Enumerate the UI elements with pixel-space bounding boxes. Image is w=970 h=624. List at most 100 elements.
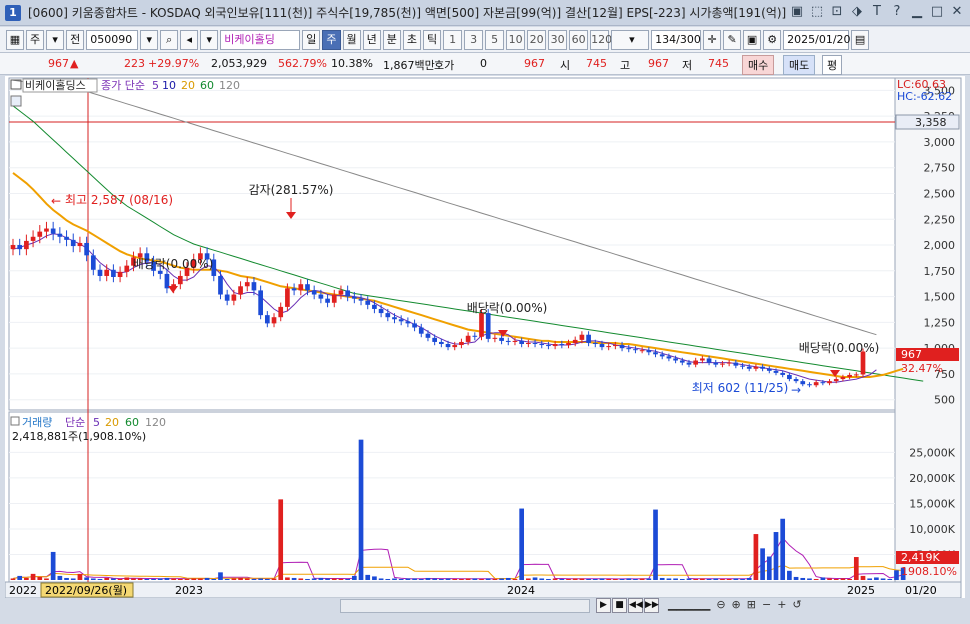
volume-bar (539, 578, 545, 580)
interval-3-button[interactable]: 3 (464, 29, 484, 50)
stock-code-input[interactable]: 050090 (86, 29, 139, 50)
period-type-select[interactable]: 주 (26, 29, 45, 50)
volume-bar (485, 578, 491, 580)
low-label: 저 (682, 59, 693, 72)
calendar-icon[interactable]: ▤ (851, 29, 870, 50)
candle-body (646, 350, 652, 353)
zoom-slider[interactable]: ▁▁▁▁▁ (668, 598, 710, 611)
candle-body (559, 344, 565, 346)
chart-scrollbar[interactable] (340, 599, 590, 613)
evaluate-button[interactable]: 평 (822, 55, 843, 75)
interval-1-button[interactable]: 1 (443, 29, 463, 50)
volume-bar (77, 573, 83, 580)
candle-body (479, 313, 484, 337)
x-label-2023: 2023 (175, 584, 203, 597)
volume-bar (720, 578, 725, 580)
play-icon[interactable]: ▶ (596, 598, 611, 613)
code-dropdown-icon[interactable]: ▾ (140, 29, 159, 50)
rewind-icon[interactable]: ◀◀ (628, 598, 643, 613)
volume-legend-ma-label: 단순 (65, 416, 85, 429)
maximize-icon[interactable]: □ (930, 4, 944, 19)
period-minute-button[interactable]: 분 (382, 29, 401, 50)
buy-button[interactable]: 매수 (742, 55, 775, 75)
zoom-out-icon[interactable]: ⊖ (716, 598, 725, 611)
layout-menu-icon[interactable]: ▦ (6, 29, 24, 50)
period-second-button[interactable]: 초 (402, 29, 421, 50)
text-icon[interactable]: T (870, 4, 884, 19)
interval-30-button[interactable]: 30 (548, 29, 568, 50)
search-icon[interactable]: ⌕ (160, 29, 179, 50)
period-year-button[interactable]: 년 (362, 29, 381, 50)
candle-body (766, 368, 772, 371)
crosshair-icon[interactable]: ✛ (703, 29, 722, 50)
interval-5-button[interactable]: 5 (485, 29, 505, 50)
layout-icon[interactable]: ▣ (790, 4, 804, 19)
volume-bar (144, 578, 150, 580)
volume-bar (599, 578, 605, 580)
volume-bar (372, 576, 377, 580)
reset-icon[interactable]: ↺ (792, 598, 801, 611)
count-input[interactable]: 134/300 (651, 29, 702, 50)
close-icon[interactable]: ✕ (950, 4, 964, 19)
minus-icon[interactable]: − (762, 598, 771, 611)
candle-body (592, 342, 598, 345)
interval-60-button[interactable]: 60 (569, 29, 589, 50)
pin-icon[interactable]: ⬗ (850, 4, 864, 19)
candle-body (720, 363, 725, 365)
stock-chart[interactable]: 최고 2,587 (08/16) 감자(281.57%) 배당락(0.00%) 배당락… (5, 76, 965, 598)
stop-icon[interactable]: ■ (612, 598, 627, 613)
candle-body (378, 308, 384, 314)
help-icon[interactable]: ? (890, 4, 904, 19)
candle-body (90, 255, 96, 270)
period-week-button[interactable]: 주 (322, 29, 341, 50)
sell-button[interactable]: 매도 (783, 55, 816, 75)
volume-bar (238, 577, 243, 580)
legend-ma-label: 종가 단순 (101, 79, 145, 92)
date-input[interactable]: 2025/01/20 (783, 29, 851, 50)
volume-bar (773, 532, 779, 580)
volume-bar (104, 577, 110, 580)
sound-icon[interactable]: ◂ (180, 29, 199, 50)
high-price: 967 (648, 57, 669, 70)
volume-bar (298, 578, 304, 580)
float-icon[interactable]: ⬚ (810, 4, 824, 19)
volume-bar (726, 578, 732, 580)
volume-bar (619, 578, 625, 580)
plus-icon[interactable]: + (777, 598, 786, 611)
candle-body (218, 275, 223, 295)
dropdown-arrow-icon[interactable]: ▾ (46, 29, 65, 50)
chart-annotation: 배당락(0.00%) (133, 257, 214, 271)
candle-body (613, 345, 618, 347)
forward-icon[interactable]: ▶▶ (644, 598, 659, 613)
candle-body (760, 366, 765, 369)
legend-ma60: 60 (200, 79, 214, 92)
minimize-icon[interactable]: ▁ (910, 4, 924, 19)
prev-button[interactable]: 전 (66, 29, 85, 50)
settings-icon[interactable]: ⚙ (763, 29, 782, 50)
volume-bar (894, 570, 899, 580)
volume-bar (492, 578, 498, 580)
trade-volume: 2,053,929 (211, 57, 267, 70)
interval-20-button[interactable]: 20 (527, 29, 547, 50)
candle-body (539, 344, 545, 346)
stock-name-field[interactable]: 비케이홀딩 (220, 29, 301, 50)
grid-toggle-icon[interactable] (10, 95, 22, 107)
save-icon[interactable]: ▣ (743, 29, 762, 50)
interval-10-button[interactable]: 10 (506, 29, 526, 50)
zoom-fit-icon[interactable]: ⊞ (747, 598, 756, 611)
period-day-button[interactable]: 일 (302, 29, 321, 50)
volume-bar (251, 578, 257, 580)
zoom-in-icon[interactable]: ⊕ (732, 598, 741, 611)
cursor-date-label: 2022/09/26(월) (45, 584, 127, 597)
period-month-button[interactable]: 월 (342, 29, 361, 50)
interval-120-button[interactable]: 120 (590, 29, 612, 50)
draw-tool-icon[interactable]: ✎ (723, 29, 742, 50)
candle-body (512, 340, 518, 342)
volume-bar (418, 578, 424, 580)
period-tick-button[interactable]: 틱 (423, 29, 442, 50)
link-icon[interactable]: ⊡ (830, 4, 844, 19)
interval-select[interactable]: ▾ (611, 29, 650, 50)
candle-body (679, 360, 685, 363)
volume-bar (780, 518, 786, 580)
sound-dropdown-icon[interactable]: ▾ (200, 29, 219, 50)
